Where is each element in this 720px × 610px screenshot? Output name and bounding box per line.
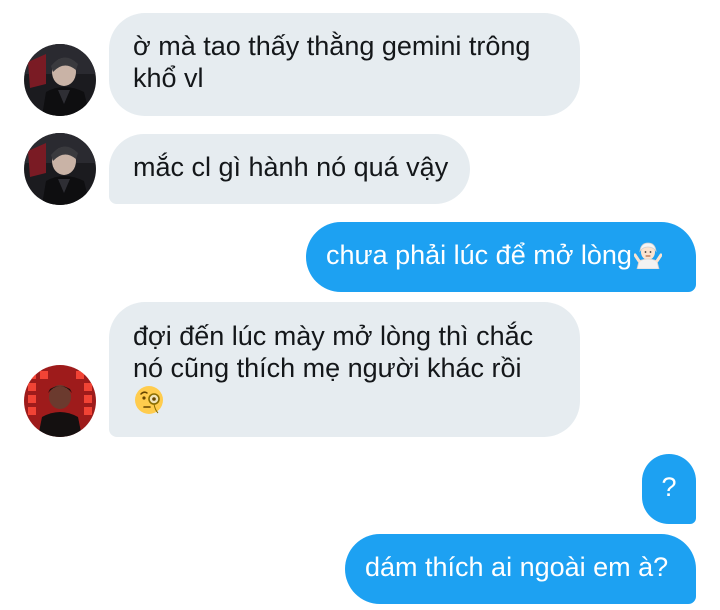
message-text-line: khổ vl	[133, 63, 204, 93]
message-text-line: mắc cl gì hành nó quá vậy	[133, 152, 449, 182]
message-text: chưa phải lúc để mở lòng	[326, 240, 632, 270]
contact-avatar[interactable]	[24, 133, 96, 205]
message-bubble-incoming[interactable]: đợi đến lúc mày mở lòng thì chắc nó cũng…	[109, 302, 580, 437]
message-text: dám thích ai ngoài em à?	[365, 552, 669, 582]
person-shrugging-emoji-icon	[633, 241, 662, 269]
face-with-monocle-emoji-icon	[133, 384, 165, 416]
message-bubble-outgoing[interactable]: chưa phải lúc để mở lòng	[306, 222, 696, 292]
message-bubble-outgoing[interactable]: dám thích ai ngoài em à?	[345, 534, 696, 604]
contact-avatar[interactable]	[24, 365, 96, 437]
message-emoji-line	[133, 384, 556, 417]
message-bubble-incoming[interactable]: ờ mà tao thấy thằng gemini trông khổ vl	[109, 13, 580, 116]
message-text-line: đợi đến lúc mày mở lòng thì chắc	[133, 321, 534, 351]
message-text-line: ờ mà tao thấy thằng gemini trông	[133, 31, 531, 61]
message-bubble-outgoing[interactable]: ?	[642, 454, 696, 524]
message-text: ?	[661, 472, 677, 502]
message-text-line: nó cũng thích mẹ người khác rồi	[133, 353, 522, 383]
message-bubble-incoming[interactable]: mắc cl gì hành nó quá vậy	[109, 134, 470, 204]
contact-avatar[interactable]	[24, 44, 96, 116]
